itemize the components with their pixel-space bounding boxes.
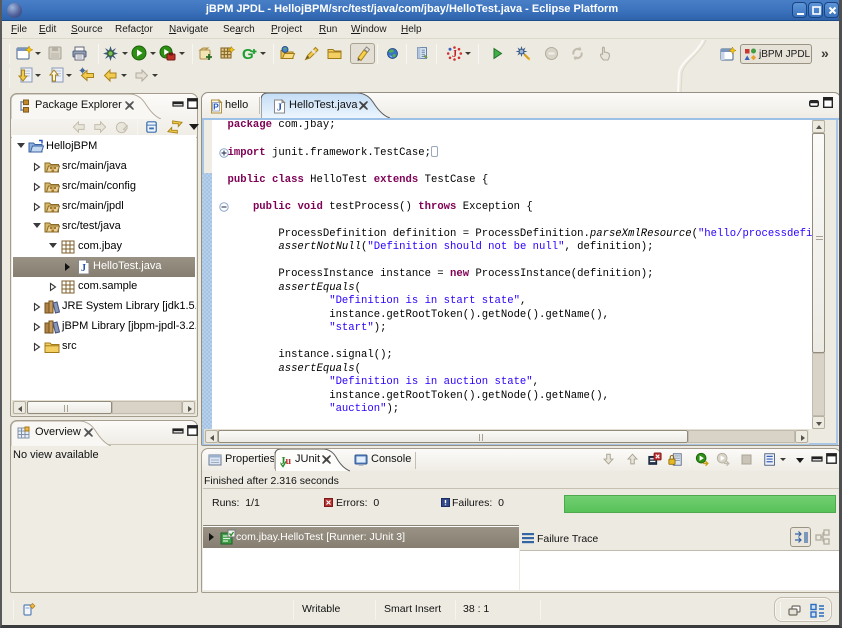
svg-text:J: J bbox=[81, 263, 86, 274]
svg-text:J: J bbox=[277, 103, 282, 114]
svg-text:G: G bbox=[242, 46, 254, 62]
svg-text:u: u bbox=[286, 456, 292, 467]
svg-text:J: J bbox=[452, 49, 457, 60]
svg-text:P: P bbox=[213, 102, 219, 112]
